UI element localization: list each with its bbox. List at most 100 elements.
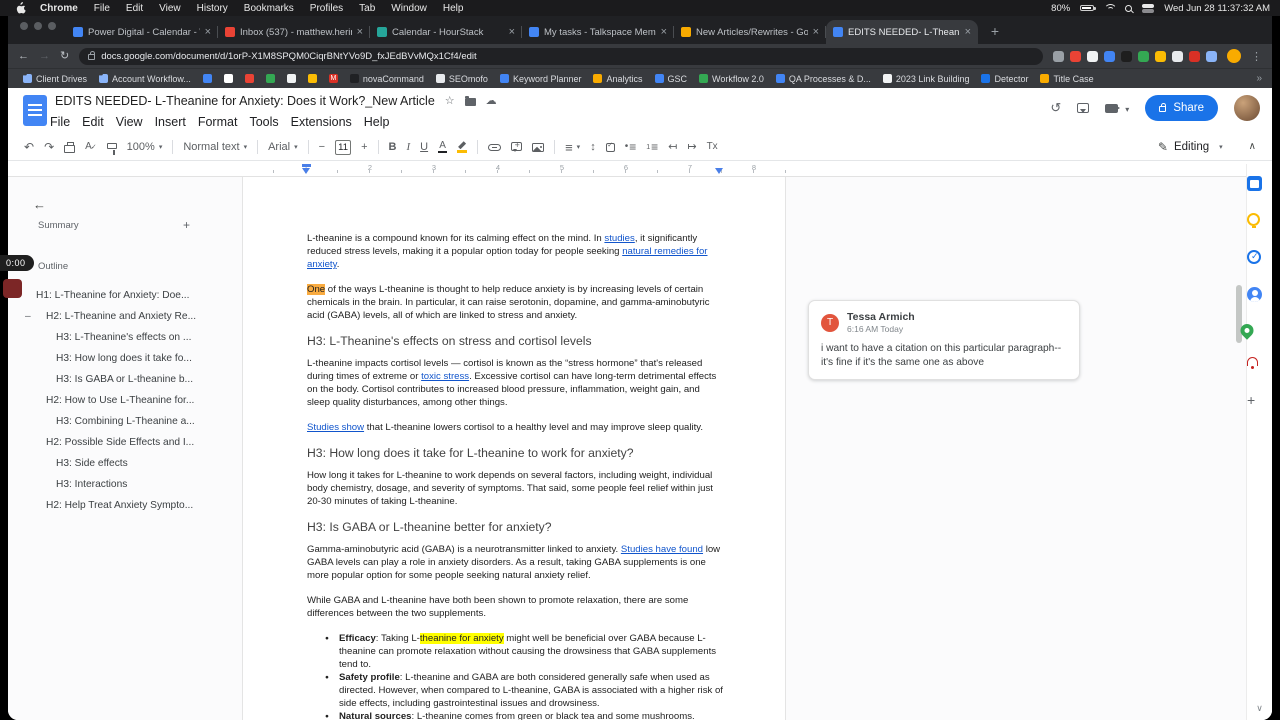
address-bar[interactable]: docs.google.com/document/d/1orP-X1M8SPQM…	[79, 47, 1043, 65]
outline-item[interactable]: H2: How to Use L-Theanine for...	[8, 390, 217, 411]
tab-close-icon[interactable]	[965, 26, 971, 38]
menubar-item[interactable]: Window	[383, 3, 435, 14]
menubar-clock[interactable]: Wed Jun 28 11:37:32 AM	[1164, 3, 1270, 14]
spellcheck-icon[interactable]	[85, 142, 97, 152]
line-spacing-icon[interactable]	[590, 142, 596, 153]
extension-icon[interactable]	[1087, 50, 1098, 62]
menubar-item[interactable]: History	[189, 3, 236, 14]
right-indent-marker[interactable]	[715, 168, 723, 174]
browser-tab[interactable]: Calendar - HourStack	[370, 20, 522, 44]
insert-image-icon[interactable]	[532, 143, 545, 152]
print-icon[interactable]	[64, 141, 76, 153]
tab-close-icon[interactable]	[509, 26, 515, 38]
left-indent-marker[interactable]	[302, 168, 310, 174]
increase-indent-icon[interactable]	[687, 142, 696, 153]
bookmark-item[interactable]: Workflow 2.0	[694, 74, 769, 84]
docs-menu-item[interactable]: Extensions	[285, 113, 358, 131]
menubar-item[interactable]: File	[86, 3, 118, 14]
paint-format-icon[interactable]	[106, 142, 117, 155]
styles-dropdown[interactable]: Normal text	[183, 141, 247, 153]
zoom-dropdown[interactable]: 100%	[127, 141, 163, 153]
bookmark-item[interactable]: Account Workflow...	[94, 74, 196, 84]
insert-link-icon[interactable]	[488, 144, 502, 151]
bookmark-item[interactable]: Client Drives	[18, 74, 92, 84]
font-dropdown[interactable]: Arial	[268, 141, 298, 153]
tab-close-icon[interactable]	[813, 26, 819, 38]
clear-formatting-icon[interactable]	[707, 142, 718, 152]
extension-icon[interactable]	[1155, 50, 1166, 62]
bookmark-item[interactable]	[261, 74, 280, 83]
document-title[interactable]: EDITS NEEDED- L-Theanine for Anxiety: Do…	[55, 94, 435, 108]
browser-tab[interactable]: Inbox (537) - matthew.herin@...	[218, 20, 370, 44]
contacts-icon[interactable]	[1247, 287, 1262, 302]
chevron-down-icon[interactable]	[1256, 703, 1263, 714]
bookmark-item[interactable]: Keyword Planner	[495, 74, 587, 84]
menubar-item[interactable]: Tab	[351, 3, 383, 14]
browser-tab[interactable]: My tasks - Talkspace Memb...	[522, 20, 674, 44]
increase-font-icon[interactable]	[361, 142, 367, 153]
meet-presentation-icon[interactable]	[1105, 99, 1129, 117]
extension-icon[interactable]	[1070, 50, 1081, 62]
bookmark-item[interactable]: novaCommand	[345, 74, 429, 84]
indent-marker-bar[interactable]	[302, 164, 311, 167]
apple-menu-icon[interactable]	[10, 2, 32, 14]
outline-item[interactable]: H2: Possible Side Effects and I...	[8, 432, 217, 453]
outline-item[interactable]: H3: L-Theanine's effects on ...	[8, 327, 217, 348]
italic-icon[interactable]	[406, 142, 410, 153]
get-addons-icon[interactable]	[1247, 392, 1255, 408]
underline-icon[interactable]	[420, 142, 428, 153]
forward-icon[interactable]	[39, 51, 50, 62]
editing-mode-dropdown[interactable]: Editing	[1158, 140, 1223, 154]
addon-icon[interactable]	[1247, 357, 1258, 369]
menubar-item[interactable]: Edit	[118, 3, 151, 14]
extension-icon[interactable]	[1104, 50, 1115, 62]
bookmarks-overflow-icon[interactable]	[1250, 73, 1262, 84]
extension-icon[interactable]	[1053, 50, 1064, 62]
bookmark-item[interactable]	[282, 74, 301, 83]
menubar-item[interactable]: Help	[435, 3, 472, 14]
browser-tab[interactable]: EDITS NEEDED- L-Theanine fo...	[826, 20, 978, 44]
keep-icon[interactable]	[1247, 213, 1260, 228]
close-window-icon[interactable]	[20, 22, 28, 30]
bookmark-item[interactable]: M	[324, 74, 343, 83]
bookmark-item[interactable]: QA Processes & D...	[771, 74, 876, 84]
bold-icon[interactable]	[389, 142, 397, 153]
bookmark-item[interactable]	[219, 74, 238, 83]
browser-tab[interactable]: New Articles/Rewrites - Goog...	[674, 20, 826, 44]
account-avatar[interactable]	[1234, 95, 1260, 121]
redo-icon[interactable]	[44, 141, 54, 153]
extension-icon[interactable]	[1138, 50, 1149, 62]
browser-tab[interactable]: Power Digital - Calendar - We...	[66, 20, 218, 44]
bookmark-item[interactable]	[198, 74, 217, 83]
bookmark-item[interactable]: SEOmofo	[431, 74, 493, 84]
url-text[interactable]: docs.google.com/document/d/1orP-X1M8SPQM…	[101, 51, 476, 62]
star-icon[interactable]	[445, 96, 455, 107]
padlock-icon[interactable]	[88, 51, 96, 60]
back-icon[interactable]	[18, 51, 29, 62]
docs-menu-item[interactable]: Edit	[76, 113, 110, 131]
window-controls[interactable]	[14, 16, 66, 44]
text-color-icon[interactable]	[438, 141, 447, 154]
outline-item[interactable]: H3: Is GABA or L-theanine b...	[8, 369, 217, 390]
tab-close-icon[interactable]	[205, 26, 211, 38]
doc-link[interactable]: Studies show	[307, 422, 364, 433]
outline-item[interactable]: H3: Combining L-Theanine a...	[8, 411, 217, 432]
extension-icon[interactable]	[1172, 50, 1183, 62]
calendar-icon[interactable]	[1247, 176, 1262, 191]
reload-icon[interactable]	[60, 51, 69, 62]
collapse-icon[interactable]	[25, 311, 31, 322]
outline-item[interactable]: H1: L-Theanine for Anxiety: Doe...	[8, 285, 217, 306]
extension-icon[interactable]	[1121, 50, 1132, 62]
close-outline-icon[interactable]	[33, 197, 46, 212]
doc-link[interactable]: Studies have found	[621, 544, 703, 555]
outline-item[interactable]: H3: How long does it take fo...	[8, 348, 217, 369]
share-button[interactable]: Share	[1145, 95, 1218, 121]
decrease-indent-icon[interactable]	[668, 142, 677, 153]
doc-link[interactable]: toxic stress	[421, 371, 469, 382]
menubar-item[interactable]: Profiles	[302, 3, 351, 14]
checklist-icon[interactable]	[605, 142, 615, 152]
outline-item[interactable]: H2: L-Theanine and Anxiety Re...	[8, 306, 217, 327]
bookmark-item[interactable]: Analytics	[588, 74, 647, 84]
menubar-item[interactable]: View	[151, 3, 189, 14]
docs-menu-item[interactable]: File	[44, 113, 76, 131]
